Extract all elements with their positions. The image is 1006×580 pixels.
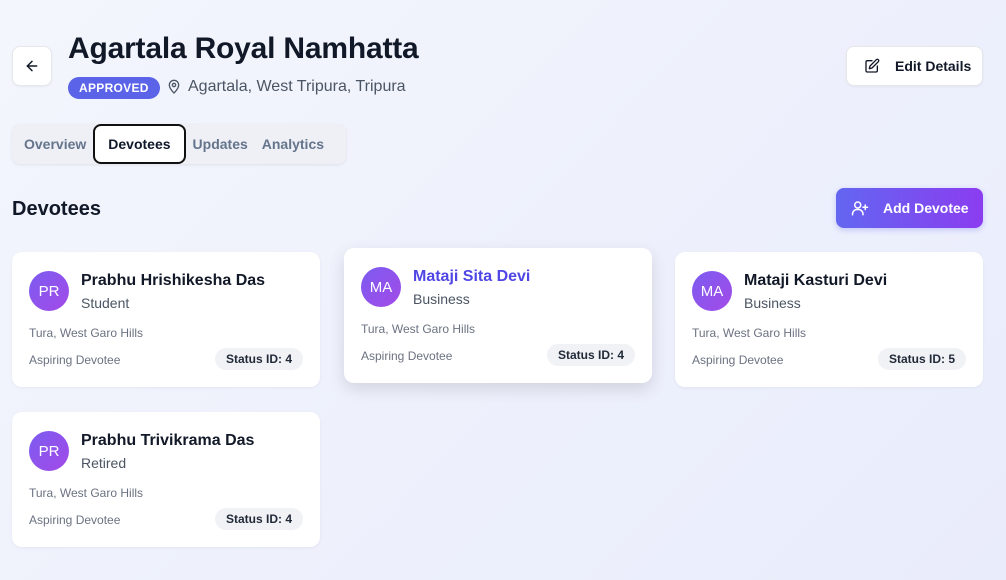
devotee-card[interactable]: MA Mataji Sita Devi Business Tura, West … [344,248,652,383]
devotee-name[interactable]: Mataji Kasturi Devi [744,272,887,290]
user-plus-icon [851,201,869,216]
devotee-level: Aspiring Devotee [29,353,121,367]
edit-details-label: Edit Details [895,58,972,74]
devotee-location: Tura, West Garo Hills [692,326,807,340]
devotee-card[interactable]: PR Prabhu Trivikrama Das Retired Tura, W… [12,412,320,547]
devotee-location: Tura, West Garo Hills [29,486,144,500]
tab-updates[interactable]: Updates [186,124,255,164]
devotee-occupation: Business [744,295,801,311]
devotee-card[interactable]: MA Mataji Kasturi Devi Business Tura, We… [675,252,983,387]
devotee-occupation: Business [413,291,470,307]
avatar: PR [29,431,69,471]
edit-icon [865,58,880,73]
devotee-card[interactable]: PR Prabhu Hrishikesha Das Student Tura, … [12,252,320,387]
devotee-name[interactable]: Prabhu Trivikrama Das [81,432,254,450]
devotee-level: Aspiring Devotee [692,353,784,367]
devotee-name[interactable]: Mataji Sita Devi [413,268,530,286]
location-text: Agartala, West Tripura, Tripura [188,78,406,95]
edit-details-button[interactable]: Edit Details [846,46,983,86]
back-button[interactable] [12,46,52,86]
status-id-badge: Status ID: 4 [214,348,303,370]
section-title: Devotees [12,198,101,220]
devotee-location: Tura, West Garo Hills [29,326,144,340]
devotee-occupation: Student [81,295,130,311]
devotee-level: Aspiring Devotee [361,349,453,363]
avatar: MA [361,267,401,307]
avatar: MA [692,271,732,311]
arrow-left-icon [26,60,38,72]
devotee-occupation: Retired [81,455,127,471]
devotee-location: Tura, West Garo Hills [361,322,476,336]
tab-overview[interactable]: Overview [17,124,93,164]
add-devotee-label: Add Devotee [883,200,969,216]
avatar: PR [29,271,69,311]
devotee-name[interactable]: Prabhu Hrishikesha Das [81,272,265,290]
add-devotee-button[interactable]: Add Devotee [836,188,983,228]
page-title: Agartala Royal Namhatta [68,32,419,65]
status-id-badge: Status ID: 4 [214,508,303,530]
devotee-level: Aspiring Devotee [29,513,121,527]
map-pin-icon [168,79,180,94]
tab-analytics[interactable]: Analytics [255,124,331,164]
status-badge: APPROVED [68,77,160,99]
status-id-badge: Status ID: 4 [546,344,635,366]
tab-bar: Overview Devotees Updates Analytics [12,124,346,164]
namhatta-location: Agartala, West Tripura, Tripura [166,78,406,96]
tab-devotees[interactable]: Devotees [93,124,186,164]
status-id-badge: Status ID: 5 [877,348,966,370]
